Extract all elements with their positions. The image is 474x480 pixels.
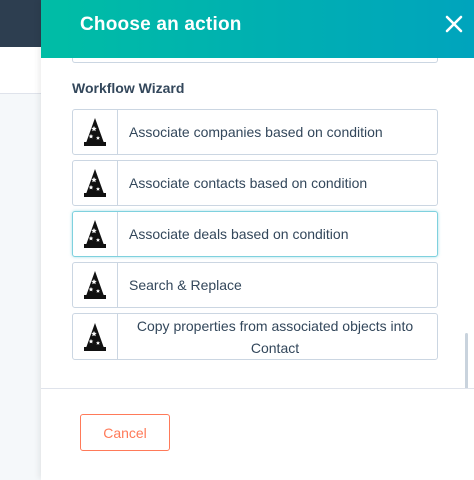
close-button[interactable] <box>440 10 468 38</box>
close-icon <box>445 15 463 33</box>
action-item-associate-deals[interactable]: Associate deals based on condition <box>72 211 438 257</box>
wizard-hat-icon <box>84 169 106 197</box>
previous-action-item[interactable] <box>72 58 438 63</box>
panel-title: Choose an action <box>80 14 242 35</box>
panel-footer: Cancel <box>41 388 474 480</box>
icon-cell <box>73 161 118 205</box>
scrollbar[interactable] <box>465 333 468 388</box>
app-background <box>0 94 42 479</box>
action-item-associate-contacts[interactable]: Associate contacts based on condition <box>72 160 438 206</box>
action-label: Copy properties from associated objects … <box>136 317 414 356</box>
icon-cell <box>73 263 118 307</box>
wizard-hat-icon <box>84 322 106 351</box>
action-item-copy-properties[interactable]: Copy properties from associated objects … <box>72 313 438 360</box>
app-subheader <box>0 47 42 94</box>
icon-cell <box>73 110 118 154</box>
panel-header: Choose an action <box>41 0 474 58</box>
wizard-hat-icon <box>84 118 106 146</box>
action-list: Associate companies based on condition A… <box>72 109 438 365</box>
action-label: Associate contacts based on condition <box>129 175 368 191</box>
action-item-search-replace[interactable]: Search & Replace <box>72 262 438 308</box>
action-label: Associate deals based on condition <box>129 226 349 242</box>
action-label: Search & Replace <box>129 277 242 293</box>
choose-action-panel: Choose an action Workflow Wizard Associa… <box>41 0 474 480</box>
section-heading: Workflow Wizard <box>72 80 185 96</box>
icon-cell <box>73 212 118 256</box>
action-scroll-area[interactable]: Workflow Wizard Associate companies base… <box>41 58 474 388</box>
wizard-hat-icon <box>84 220 106 248</box>
icon-cell <box>73 314 118 359</box>
action-item-associate-companies[interactable]: Associate companies based on condition <box>72 109 438 155</box>
app-topbar <box>0 0 42 47</box>
cancel-button[interactable]: Cancel <box>80 414 170 451</box>
wizard-hat-icon <box>84 271 106 299</box>
action-label: Associate companies based on condition <box>129 124 383 140</box>
